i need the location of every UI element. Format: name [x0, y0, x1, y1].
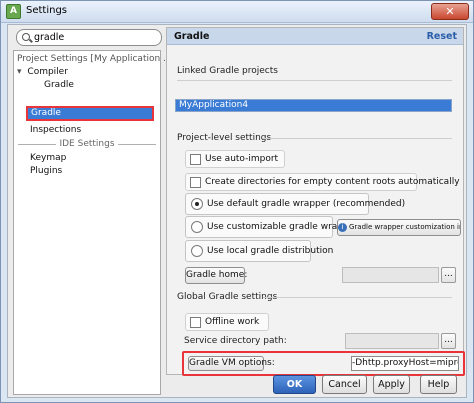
panel-title: Gradle [174, 31, 210, 42]
gradle-home-button[interactable]: Gradle home: [185, 267, 247, 284]
tree-section-ide: IDE Settings [14, 138, 160, 150]
cancel-button[interactable]: Cancel [322, 375, 367, 394]
gradle-home-browse-button[interactable]: ... [441, 267, 456, 283]
customizable-wrapper-radio[interactable] [191, 221, 203, 233]
service-dir-field [345, 333, 439, 349]
android-studio-icon: A [6, 4, 21, 19]
ide-section-label: IDE Settings [56, 139, 118, 149]
auto-import-label: Use auto-import [205, 154, 279, 164]
local-distribution-radio[interactable] [191, 245, 203, 257]
search-icon [22, 33, 30, 41]
tree-section-project: Project Settings [My Application ... [17, 54, 172, 64]
tree-item-plugins[interactable]: Plugins [30, 165, 62, 177]
title-bar: A Settings ✕ [1, 1, 473, 23]
wrapper-customization-button[interactable]: iGradle wrapper customization in s... [337, 219, 461, 236]
vm-options-button[interactable]: Gradle VM options: [188, 356, 275, 371]
search-box[interactable] [16, 29, 162, 46]
default-wrapper-option[interactable]: Use default gradle wrapper (recommended) [185, 193, 405, 215]
service-dir-browse-button[interactable]: ... [441, 333, 456, 349]
gradle-home-field [342, 267, 439, 283]
tree-item-label: Compiler [27, 67, 68, 77]
vm-options-highlight: Gradle VM options: -Dhttp.proxyHost=mipr… [182, 351, 465, 376]
tree-item-gradle-selected[interactable]: Gradle [26, 106, 154, 121]
auto-import-checkbox[interactable] [190, 154, 201, 165]
create-dirs-label: Create directories for empty content roo… [205, 177, 460, 187]
offline-work-checkbox[interactable] [190, 317, 201, 328]
linked-project-item[interactable]: MyApplication4 [175, 99, 452, 112]
offline-work-label: Offline work [205, 317, 260, 327]
info-icon: i [338, 223, 347, 232]
close-button[interactable]: ✕ [431, 3, 469, 20]
linked-projects-label: Linked Gradle projects [177, 66, 278, 76]
help-button[interactable]: Help [420, 375, 457, 394]
service-dir-label: Service directory path: [184, 336, 287, 346]
dialog-body: Project Settings [My Application ... ▾ C… [7, 24, 467, 398]
gradle-settings-panel: Gradle Reset Linked Gradle projects MyAp… [166, 27, 465, 376]
apply-button[interactable]: Apply [373, 375, 410, 394]
tree-item-compiler[interactable]: ▾ Compiler [17, 66, 68, 78]
default-wrapper-radio[interactable] [191, 198, 203, 210]
local-distribution-label: Use local gradle distribution [207, 246, 334, 256]
create-dirs-checkbox[interactable] [190, 177, 201, 188]
customizable-wrapper-option[interactable]: Use customizable gradle wrapper [185, 216, 358, 238]
tree-item-compiler-gradle[interactable]: Gradle [44, 79, 74, 91]
search-input[interactable] [34, 31, 154, 44]
default-wrapper-label: Use default gradle wrapper (recommended) [207, 199, 406, 209]
ok-button[interactable]: OK [273, 375, 316, 394]
offline-work-option[interactable]: Offline work [185, 313, 269, 331]
panel-header: Gradle Reset [167, 28, 463, 45]
vm-options-field[interactable]: -Dhttp.proxyHost=miproxy. [351, 356, 459, 371]
local-distribution-option[interactable]: Use local gradle distribution [185, 240, 333, 262]
tree-item-keymap[interactable]: Keymap [30, 152, 66, 164]
wrapper-customization-label: Gradle wrapper customization in s... [349, 223, 460, 231]
tree-item-inspections[interactable]: Inspections [30, 124, 81, 136]
auto-import-option[interactable]: Use auto-import [185, 150, 285, 168]
chevron-down-icon[interactable]: ▾ [17, 67, 22, 77]
create-dirs-option[interactable]: Create directories for empty content roo… [185, 173, 460, 191]
customizable-wrapper-label: Use customizable gradle wrapper [207, 222, 358, 232]
settings-tree: Project Settings [My Application ... ▾ C… [13, 50, 172, 395]
window-title: Settings [26, 5, 68, 16]
settings-window: A Settings ✕ Project Settings [My Applic… [0, 0, 474, 403]
reset-link[interactable]: Reset [427, 31, 457, 42]
project-level-label: Project-level settings [177, 133, 272, 143]
